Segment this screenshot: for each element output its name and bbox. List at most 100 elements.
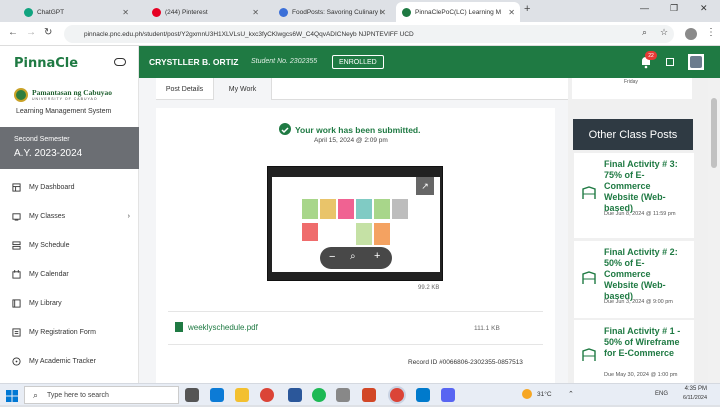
spotify-icon[interactable] [312, 388, 326, 402]
class-post-card[interactable]: Final Activity # 3: 75% of E-Commerce We… [574, 153, 694, 238]
university-subtitle: UNIVERSITY OF CABUYAO [32, 97, 98, 101]
back-icon[interactable]: ← [8, 27, 18, 38]
browser-tab-bar: ChatGPT ✕ (244) Pinterest ✕ FoodPosts: S… [0, 0, 720, 22]
sidebar-item-registration[interactable]: My Registration Form [12, 328, 130, 337]
file-icon [175, 322, 183, 332]
zoom-search-icon[interactable]: ⌕ [350, 251, 356, 262]
grid-icon[interactable] [666, 58, 674, 66]
clock-date[interactable]: 6/11/2024 [675, 395, 707, 401]
profile-avatar[interactable] [685, 28, 697, 40]
bookmark-star-icon[interactable]: ☆ [660, 27, 668, 38]
form-icon [12, 328, 21, 337]
window-close-icon[interactable]: ✕ [700, 3, 708, 14]
sidebar-item-tracker[interactable]: My Academic Tracker [12, 357, 130, 366]
tab-close-icon[interactable]: ✕ [508, 8, 515, 17]
zoom-in-button[interactable]: + [374, 250, 380, 262]
forward-icon[interactable]: → [26, 27, 36, 38]
sidebar-item-schedule[interactable]: My Schedule [12, 241, 130, 250]
record-id: Record ID #0066806-2302355-0857513 [408, 359, 523, 366]
page-scrollbar[interactable] [708, 78, 720, 383]
browser-tab[interactable]: (244) Pinterest ✕ [146, 2, 264, 22]
sidebar-item-calendar[interactable]: My Calendar [12, 270, 130, 279]
class-post-card[interactable]: Final Activity # 1 - 50% of Wireframe fo… [574, 320, 694, 383]
university-seal [14, 88, 28, 102]
chrome-icon[interactable] [260, 388, 274, 402]
tab-my-work[interactable]: My Work [214, 78, 272, 100]
user-avatar[interactable] [688, 54, 704, 70]
activity-icon [582, 271, 596, 284]
library-icon [12, 299, 21, 308]
url-input[interactable]: pinnacle.pnc.edu.ph/student/post/Y2gxmnU… [64, 25, 674, 43]
submission-image-preview[interactable]: ↗ − ⌕ + [267, 166, 443, 281]
browser-tab[interactable]: FoodPosts: Savoring Culinary I ✕ [273, 2, 391, 22]
browser-tab[interactable]: ChatGPT ✕ [18, 2, 134, 22]
page-icon [279, 7, 288, 17]
maximize-icon[interactable]: ❐ [670, 3, 678, 14]
vscode-icon[interactable] [416, 388, 430, 402]
right-panel: Friday Other Class Posts Final Activity … [568, 78, 708, 383]
windows-start-icon[interactable] [6, 389, 18, 402]
browser-tab-active[interactable]: PinnaClePoC(LC) Learning M ✕ [396, 2, 520, 22]
dashboard-icon [12, 183, 21, 192]
tracker-icon [12, 357, 21, 366]
discord-icon[interactable] [441, 388, 455, 402]
pinterest-icon [152, 7, 161, 17]
system-name: Learning Management System [16, 108, 112, 115]
menu-kebab-icon[interactable]: ⋮ [706, 27, 716, 38]
toggle-sidebar-icon[interactable] [114, 58, 126, 66]
sidebar-item-classes[interactable]: My Classes › [12, 212, 130, 221]
work-card: Your work has been submitted. April 15, … [156, 108, 555, 383]
search-icon[interactable]: ⌕ [642, 27, 647, 38]
taskbar-search-input[interactable]: ⌕ Type here to search [24, 386, 179, 404]
class-post-card[interactable]: Final Activity # 2: 50% of E-Commerce We… [574, 241, 694, 318]
zoom-out-button[interactable]: − [329, 251, 335, 263]
tab-close-icon[interactable]: ✕ [252, 8, 259, 17]
reload-icon[interactable]: ↻ [44, 27, 52, 38]
sidebar: PinnaCle Pamantasan ng Cabuyao UNIVERSIT… [0, 46, 139, 383]
notification-count-badge: 22 [645, 51, 657, 60]
schedule-icon [12, 241, 21, 250]
search-icon: ⌕ [33, 390, 39, 400]
sidebar-item-dashboard[interactable]: My Dashboard [12, 183, 130, 192]
classes-icon [12, 213, 21, 221]
language-indicator[interactable]: ENG [655, 391, 668, 397]
semester-label: Second Semester [14, 136, 70, 143]
task-view-icon[interactable] [185, 388, 199, 402]
tab-post-details[interactable]: Post Details [156, 78, 214, 100]
semester-panel: Second Semester A.Y. 2023-2024 [0, 127, 139, 169]
minimize-icon[interactable]: — [640, 3, 649, 13]
other-class-posts-heading: Other Class Posts [573, 119, 693, 150]
temperature: 31°C [537, 391, 552, 398]
zoom-controls: − ⌕ + [320, 247, 392, 269]
open-external-icon[interactable]: ↗ [416, 177, 434, 195]
chevron-right-icon: › [127, 213, 130, 220]
attachment-link[interactable]: weeklyschedule.pdf [188, 323, 258, 332]
edge-icon[interactable] [210, 388, 224, 402]
powerpoint-icon[interactable] [362, 388, 376, 402]
weather-icon[interactable] [522, 389, 532, 399]
enrolled-badge: ENROLLED [332, 55, 384, 69]
chrome-active-icon[interactable] [390, 388, 404, 402]
app-logo[interactable]: PinnaCle [14, 56, 78, 71]
university-name: Pamantasan ng Cabuyao [32, 88, 113, 97]
tray-chevron-icon[interactable]: ⌃ [568, 390, 574, 398]
word-icon[interactable] [288, 388, 302, 402]
academic-year: A.Y. 2023-2024 [14, 148, 83, 159]
submitted-date: April 15, 2024 @ 2:09 pm [314, 137, 388, 144]
file-explorer-icon[interactable] [235, 388, 249, 402]
new-tab-button[interactable]: + [524, 3, 530, 15]
calendar-icon [12, 270, 21, 279]
image-file-size: 99.2 KB [418, 285, 440, 291]
app-icon[interactable] [336, 388, 350, 402]
student-name: CRYSTLLER B. ORTIZ [149, 57, 239, 67]
address-bar-row: ← → ↻ pinnacle.pnc.edu.ph/student/post/Y… [0, 22, 720, 46]
windows-taskbar: ⌕ Type here to search 31°C ⌃ ENG 4:35 PM… [0, 383, 720, 405]
sidebar-item-library[interactable]: My Library [12, 299, 130, 308]
tab-close-icon[interactable]: ✕ [122, 8, 129, 17]
scrollbar-thumb[interactable] [711, 98, 717, 168]
tab-close-icon[interactable]: ✕ [379, 8, 386, 17]
pinnacle-icon [402, 7, 411, 17]
clock-time[interactable]: 4:35 PM [675, 386, 707, 392]
main-content: Post Details My Work Your work has been … [139, 78, 568, 383]
attachment-size: 111.1 KB [474, 325, 500, 332]
